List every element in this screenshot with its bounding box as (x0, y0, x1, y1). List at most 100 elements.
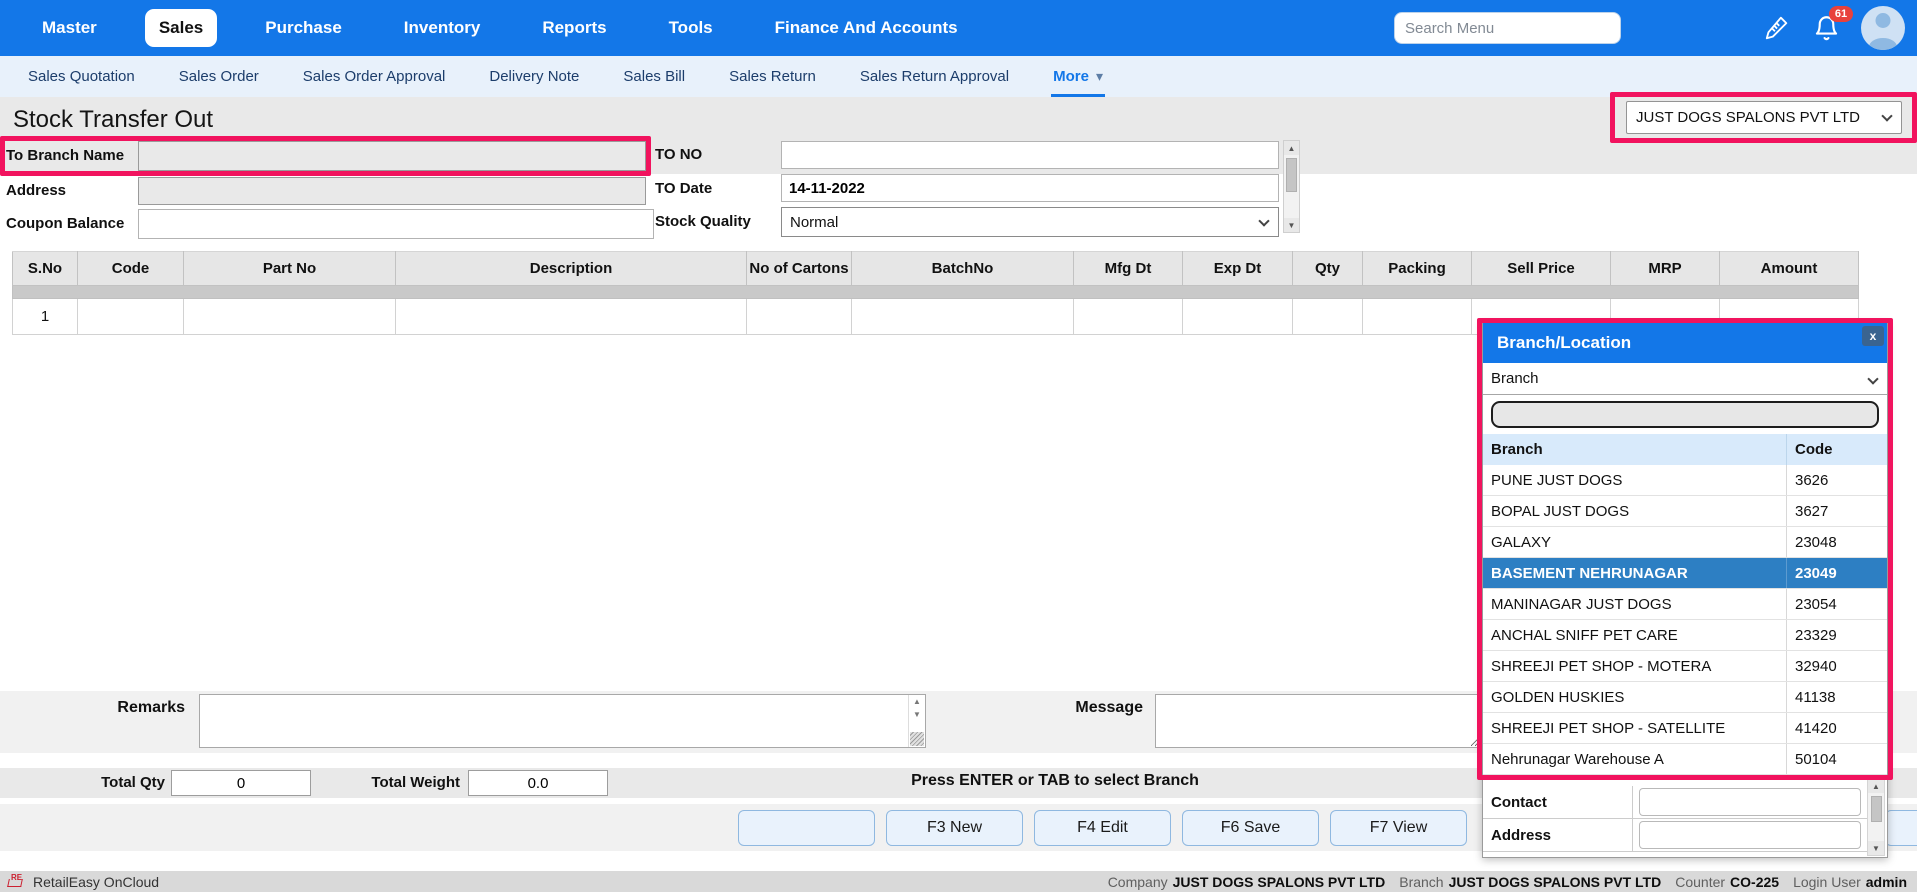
branch-name-cell: ANCHAL SNIFF PET CARE (1483, 620, 1787, 650)
branch-row[interactable]: SHREEJI PET SHOP - SATELLITE 41420 (1483, 713, 1887, 744)
top-nav-item[interactable]: Reports (528, 9, 620, 47)
sub-nav-item[interactable]: Sales Order (177, 56, 261, 97)
branch-row[interactable]: GOLDEN HUSKIES 41138 (1483, 682, 1887, 713)
grid-header-row: S.NoCodePart NoDescriptionNo of CartonsB… (13, 252, 1859, 286)
popup-scrollbar: ▲ ▼ (1867, 778, 1885, 856)
close-button[interactable]: x (1862, 326, 1884, 346)
scroll-up-button[interactable]: ▲ (1284, 141, 1299, 155)
function-button[interactable]: F4 Edit (1034, 810, 1171, 846)
sub-nav-item[interactable]: Delivery Note (487, 56, 581, 97)
scroll-up-button[interactable]: ▲ (913, 695, 921, 708)
partially-hidden-button[interactable] (1885, 810, 1917, 846)
status-value: CO-225 (1730, 874, 1779, 890)
scroll-up-button[interactable]: ▲ (1868, 779, 1884, 793)
branch-code-cell: 3627 (1787, 503, 1828, 520)
contact-label: Contact (1483, 786, 1633, 818)
branch-row[interactable]: BASEMENT NEHRUNAGAR 23049 (1483, 558, 1887, 589)
address-field[interactable] (138, 177, 646, 205)
branch-filter-select[interactable]: Branch (1483, 363, 1887, 395)
top-nav-item[interactable]: Sales (145, 9, 217, 47)
grid-cell[interactable] (184, 299, 396, 335)
status-bar-right: Company JUST DOGS SPALONS PVT LTD Branch… (1108, 874, 1917, 890)
total-weight-field[interactable] (468, 770, 608, 796)
grid-cell[interactable] (1363, 299, 1472, 335)
sub-nav-item[interactable]: Sales Bill (621, 56, 687, 97)
scroll-down-button[interactable]: ▼ (1284, 218, 1299, 232)
grid-cell-sno[interactable]: 1 (13, 299, 78, 335)
paint-brush-icon[interactable] (1761, 13, 1791, 43)
branch-code-cell: 50104 (1787, 751, 1837, 768)
remarks-textarea[interactable] (200, 695, 925, 747)
page-title: Stock Transfer Out (13, 106, 213, 134)
function-button[interactable]: F7 View (1330, 810, 1467, 846)
grid-cell[interactable] (1074, 299, 1183, 335)
to-date-field[interactable] (781, 174, 1279, 202)
scroll-thumb[interactable] (1871, 796, 1882, 822)
branch-list: PUNE JUST DOGS 3626 BOPAL JUST DOGS 3627… (1483, 465, 1887, 775)
grid-cell[interactable] (1183, 299, 1293, 335)
remarks-box: ▲ ▼ (199, 694, 926, 748)
branch-row[interactable]: GALAXY 23048 (1483, 527, 1887, 558)
status-pair: Login User admin (1793, 874, 1907, 890)
sub-nav-item[interactable]: More (1051, 56, 1105, 97)
message-label: Message (1050, 699, 1143, 717)
address-row: Address (1483, 819, 1867, 852)
branch-row[interactable]: PUNE JUST DOGS 3626 (1483, 465, 1887, 496)
grid-cell[interactable] (78, 299, 184, 335)
function-button[interactable] (738, 810, 875, 846)
total-qty-field[interactable] (171, 770, 311, 796)
status-label: Counter (1675, 874, 1725, 890)
top-nav-item[interactable]: Inventory (390, 9, 495, 47)
branch-location-popup: Branch/Location x Branch Branch Code PUN… (1482, 322, 1888, 858)
to-no-field[interactable] (781, 141, 1279, 169)
contact-field[interactable] (1639, 788, 1861, 816)
scroll-down-button[interactable]: ▼ (913, 708, 921, 721)
branch-code-cell: 41138 (1787, 689, 1836, 706)
notifications-bell-icon[interactable]: 61 (1811, 13, 1841, 43)
total-weight-label: Total Weight (330, 774, 460, 791)
grid-cell[interactable] (747, 299, 852, 335)
grid-cell[interactable] (396, 299, 747, 335)
stock-quality-select[interactable]: Normal (781, 207, 1279, 237)
branch-name-cell: GOLDEN HUSKIES (1483, 682, 1787, 712)
top-nav-item[interactable]: Tools (655, 9, 727, 47)
branch-row[interactable]: SHREEJI PET SHOP - MOTERA 32940 (1483, 651, 1887, 682)
to-branch-name-label: To Branch Name (6, 147, 124, 164)
sub-nav-item[interactable]: Sales Quotation (26, 56, 137, 97)
branch-name-cell: PUNE JUST DOGS (1483, 465, 1787, 495)
popup-address-field[interactable] (1639, 821, 1861, 849)
top-nav-item[interactable]: Purchase (251, 9, 356, 47)
top-nav-item[interactable]: Finance And Accounts (761, 9, 972, 47)
company-select[interactable]: JUST DOGS SPALONS PVT LTD (1626, 101, 1902, 134)
branch-row[interactable]: Nehrunagar Warehouse A 50104 (1483, 744, 1887, 775)
branch-search-input[interactable] (1491, 401, 1879, 428)
resize-handle-icon[interactable] (910, 732, 924, 746)
grid-separator-row (13, 286, 1859, 299)
function-button[interactable]: F6 Save (1182, 810, 1319, 846)
branch-code-cell: 3626 (1787, 472, 1828, 489)
notification-count-badge: 61 (1829, 6, 1853, 22)
app-name: RetailEasy OnCloud (33, 874, 159, 890)
grid-cell[interactable] (1293, 299, 1363, 335)
sub-nav-item[interactable]: Sales Return (727, 56, 818, 97)
branch-filter-value: Branch (1491, 370, 1539, 387)
message-field[interactable] (1155, 694, 1480, 748)
branch-row[interactable]: MANINAGAR JUST DOGS 23054 (1483, 589, 1887, 620)
function-button[interactable]: F3 New (886, 810, 1023, 846)
coupon-balance-field[interactable] (138, 209, 654, 239)
sub-nav-item[interactable]: Sales Order Approval (301, 56, 448, 97)
search-menu-input[interactable] (1394, 12, 1621, 44)
top-nav-item[interactable]: Master (28, 9, 111, 47)
grid-cell[interactable] (852, 299, 1074, 335)
retaileasy-logo: RE (8, 875, 26, 889)
to-branch-name-field[interactable] (138, 141, 646, 171)
branch-row[interactable]: BOPAL JUST DOGS 3627 (1483, 496, 1887, 527)
sub-nav-item[interactable]: Sales Return Approval (858, 56, 1011, 97)
branch-code-cell: 23329 (1787, 627, 1837, 644)
branch-row[interactable]: ANCHAL SNIFF PET CARE 23329 (1483, 620, 1887, 651)
scroll-thumb[interactable] (1286, 158, 1297, 192)
scroll-down-button[interactable]: ▼ (1868, 841, 1884, 855)
user-avatar[interactable] (1861, 6, 1905, 50)
grid-column-header: Exp Dt (1183, 252, 1293, 286)
coupon-balance-label: Coupon Balance (6, 215, 124, 232)
